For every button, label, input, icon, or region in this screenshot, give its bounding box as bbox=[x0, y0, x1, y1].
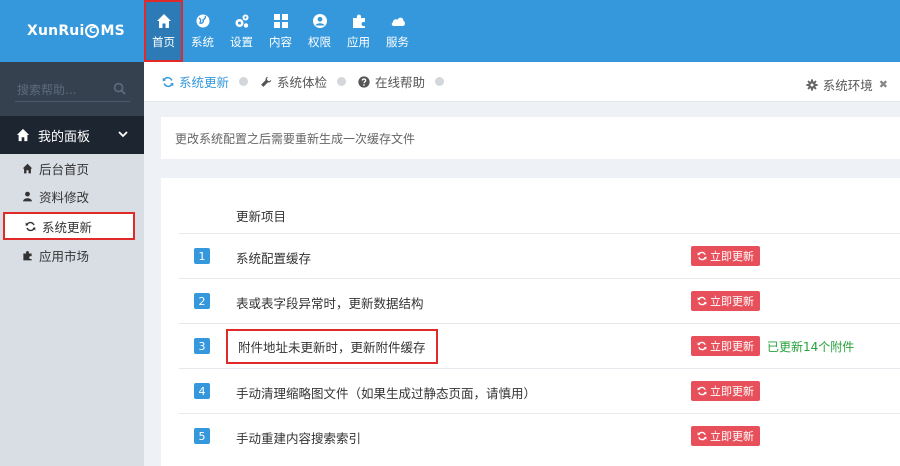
row-number-badge: 3 bbox=[194, 338, 210, 354]
tab-online-help[interactable]: 在线帮助 bbox=[358, 72, 425, 91]
wrench-icon bbox=[261, 76, 272, 87]
nav-item-content[interactable]: 内容 bbox=[261, 0, 300, 62]
nav-item-home[interactable]: 首页 bbox=[144, 0, 183, 62]
notice-box: 更改系统配置之后需要重新生成一次缓存文件 bbox=[161, 117, 900, 159]
tab-bar: 系统更新 系统体检 在线帮助 系统环境 ✖ bbox=[144, 62, 900, 102]
refresh-icon bbox=[697, 251, 707, 261]
table-row: 3 附件地址未更新时，更新附件缓存 立即更新 已更新14个附件 bbox=[179, 323, 900, 368]
sidebar-item-system-update[interactable]: 系统更新 bbox=[3, 212, 135, 240]
top-nav: 首页 系统 设置 内容 权限 应用 服务 bbox=[144, 0, 417, 62]
update-now-button[interactable]: 立即更新 bbox=[691, 381, 760, 401]
row-label: 系统配置缓存 bbox=[236, 251, 312, 266]
nav-item-services[interactable]: 服务 bbox=[378, 0, 417, 62]
refresh-icon bbox=[697, 386, 707, 396]
nav-item-settings[interactable]: 设置 bbox=[222, 0, 261, 62]
row-label: 手动清理缩略图文件（如果生成过静态页面，请慎用） bbox=[236, 386, 537, 401]
row-label: 表或表字段异常时，更新数据结构 bbox=[236, 296, 424, 311]
sidebar: 搜索帮助... 我的面板 后台首页 资料修改 系统更新 应用市场 bbox=[0, 62, 144, 466]
row-number-badge: 2 bbox=[194, 293, 210, 309]
question-icon bbox=[358, 75, 370, 88]
table-row: 5 手动重建内容搜索索引 立即更新 bbox=[179, 413, 900, 458]
table-row: 4 手动清理缩略图文件（如果生成过静态页面，请慎用） 立即更新 bbox=[179, 368, 900, 413]
row-number-badge: 4 bbox=[194, 383, 210, 399]
row-label: 手动重建内容搜索索引 bbox=[236, 431, 362, 446]
row-label: 附件地址未更新时，更新附件缓存 bbox=[226, 329, 438, 364]
update-table-card: 更新项目 1 系统配置缓存 立即更新 2 表或表字段异常时，更新数据结构 立即更… bbox=[161, 178, 900, 466]
user-icon bbox=[23, 191, 32, 201]
sidebar-item-app-market[interactable]: 应用市场 bbox=[0, 241, 144, 269]
sidebar-search[interactable]: 搜索帮助... bbox=[15, 76, 130, 102]
grid-icon bbox=[273, 13, 288, 28]
logo-text-post: MS bbox=[100, 23, 125, 39]
table-header-item: 更新项目 bbox=[236, 209, 287, 224]
system-env-link[interactable]: 系统环境 ✖ bbox=[806, 75, 888, 94]
cogs-icon bbox=[235, 14, 248, 28]
app-logo[interactable]: XunRui C MS bbox=[0, 0, 144, 62]
puzzle-icon bbox=[352, 14, 365, 28]
tab-separator-dot bbox=[239, 77, 249, 86]
refresh-icon bbox=[162, 76, 174, 87]
sidebar-item-profile[interactable]: 资料修改 bbox=[0, 182, 144, 210]
nav-item-apps[interactable]: 应用 bbox=[339, 0, 378, 62]
cloud-icon bbox=[391, 17, 405, 26]
sidebar-panel-header[interactable]: 我的面板 bbox=[0, 116, 144, 154]
home-icon bbox=[22, 163, 33, 173]
refresh-icon bbox=[697, 341, 707, 351]
row-number-badge: 1 bbox=[194, 248, 210, 264]
refresh-icon bbox=[25, 221, 36, 231]
update-status-text: 已更新14个附件 bbox=[767, 340, 855, 354]
update-now-button[interactable]: 立即更新 bbox=[691, 426, 760, 446]
home-icon bbox=[16, 128, 30, 142]
nav-item-permissions[interactable]: 权限 bbox=[300, 0, 339, 62]
tab-system-check[interactable]: 系统体检 bbox=[260, 72, 327, 91]
close-icon[interactable]: ✖ bbox=[879, 78, 888, 91]
search-icon[interactable] bbox=[113, 82, 126, 95]
search-input[interactable]: 搜索帮助... bbox=[17, 81, 76, 98]
logo-badge: C bbox=[85, 24, 100, 38]
refresh-icon bbox=[697, 296, 707, 306]
globe-icon bbox=[196, 14, 209, 27]
update-now-button[interactable]: 立即更新 bbox=[691, 291, 760, 311]
tab-separator-dot bbox=[337, 77, 347, 86]
sidebar-item-dashboard[interactable]: 后台首页 bbox=[0, 154, 144, 182]
row-number-badge: 5 bbox=[194, 428, 210, 444]
refresh-icon bbox=[697, 431, 707, 441]
chevron-down-icon[interactable] bbox=[118, 129, 128, 139]
table-row: 2 表或表字段异常时，更新数据结构 立即更新 bbox=[179, 278, 900, 323]
update-now-button[interactable]: 立即更新 bbox=[691, 246, 760, 266]
user-icon bbox=[312, 13, 327, 28]
home-icon bbox=[156, 13, 171, 28]
nav-item-system[interactable]: 系统 bbox=[183, 0, 222, 62]
gear-icon bbox=[806, 78, 818, 91]
notice-text: 更改系统配置之后需要重新生成一次缓存文件 bbox=[175, 131, 416, 146]
sidebar-submenu: 后台首页 资料修改 系统更新 应用市场 bbox=[0, 154, 144, 466]
tab-separator-dot bbox=[435, 77, 445, 86]
update-now-button[interactable]: 立即更新 bbox=[691, 336, 760, 356]
puzzle-icon bbox=[23, 250, 32, 260]
tab-system-update[interactable]: 系统更新 bbox=[162, 72, 229, 91]
table-row: 1 系统配置缓存 立即更新 bbox=[179, 233, 900, 278]
logo-text-pre: XunRui bbox=[27, 23, 85, 39]
top-header: XunRui C MS 首页 系统 设置 内容 权限 应用 服务 bbox=[0, 0, 900, 62]
